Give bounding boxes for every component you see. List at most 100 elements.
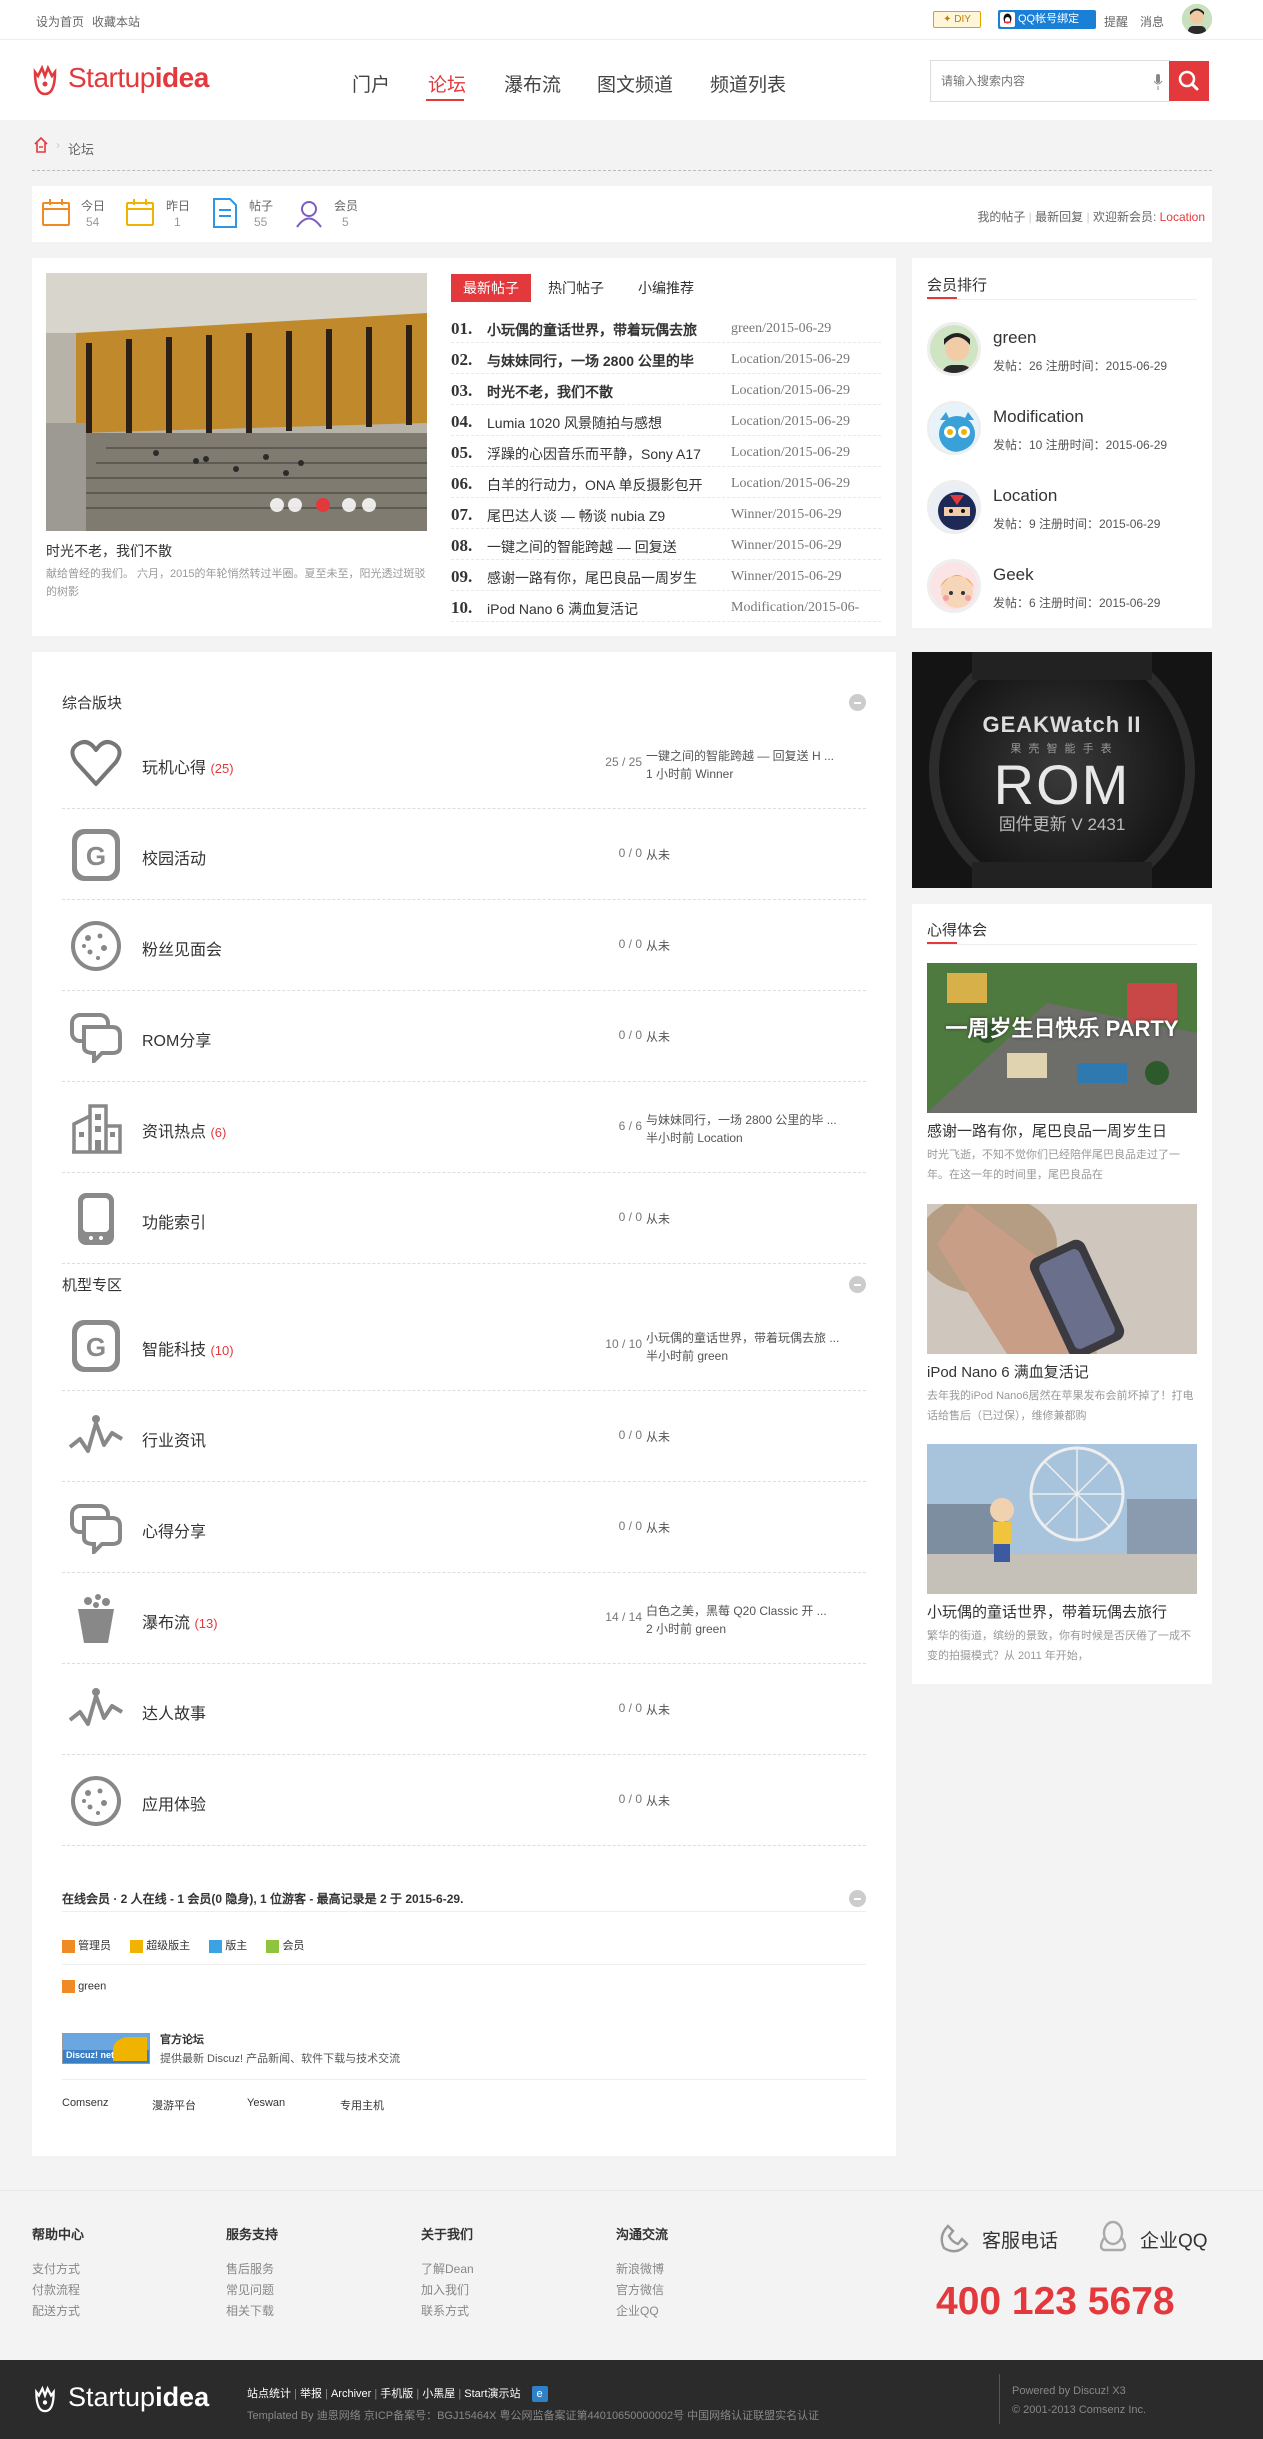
collapse-icon[interactable] [849,1276,866,1293]
last-post-title[interactable]: 一键之间的智能跨越 — 回复送 H ... [646,747,856,765]
friend-link-2[interactable]: 漫游平台 [152,2097,196,2113]
footer-link[interactable]: 常见问题 [226,2280,278,2301]
bottom-link-report[interactable]: 举报 [300,2388,322,2400]
forum-name[interactable]: ROM分享 [142,1033,211,1050]
footer-link[interactable]: 了解Dean [421,2259,474,2280]
post-title[interactable]: Lumia 1020 风景随拍与感想 [487,413,727,433]
user-avatar[interactable] [1182,4,1212,34]
footer-link[interactable]: 加入我们 [421,2280,474,2301]
post-row[interactable]: 03. 时光不老，我们不散 Location/2015-06-29 [451,374,881,405]
forum-name[interactable]: 心得分享 [142,1524,206,1541]
friend-link-3[interactable]: Yeswan [247,2097,285,2109]
remind-link[interactable]: 提醒 [1104,13,1128,30]
post-title[interactable]: 与妹妹同行，一场 2800 公里的毕 [487,351,727,371]
slider-image[interactable] [46,273,427,531]
cookie-icon[interactable] [68,920,124,972]
post-row[interactable]: 06. 白羊的行动力，ONA 单反摄影包开 Location/2015-06-29 [451,467,881,498]
online-collapse-icon[interactable] [849,1890,866,1907]
friend-link-4[interactable]: 专用主机 [340,2097,384,2113]
tab-hot-posts[interactable]: 热门帖子 [548,278,604,298]
post-title[interactable]: 感谢一路有你，尾巴良品一周岁生 [487,568,727,588]
post-row[interactable]: 01. 小玩偶的童话世界，带着玩偶去旅 green/2015-06-29 [451,312,881,343]
my-posts-link[interactable]: 我的帖子 [977,210,1025,224]
bottom-link-mobile[interactable]: 手机版 [380,2388,413,2400]
footer-link[interactable]: 售后服务 [226,2259,278,2280]
last-post-title[interactable]: 从未 [646,846,856,864]
bottom-logo[interactable]: Startupidea [68,2382,209,2413]
cup-icon[interactable] [68,1593,124,1645]
set-home-link[interactable]: 设为首页 [36,13,84,30]
footer-link[interactable]: 联系方式 [421,2301,474,2322]
forum-name[interactable]: 粉丝见面会 [142,942,222,959]
bottom-link-stats[interactable]: 站点统计 [247,2388,291,2400]
forum-name[interactable]: 功能索引 [142,1215,206,1232]
member-avatar[interactable] [927,480,981,534]
member-rank-item[interactable]: Modification 发帖：10 注册时间：2015-06-29 [927,401,1207,471]
nav-waterfall[interactable]: 瀑布流 [504,70,561,97]
member-rank-item[interactable]: Location 发帖：9 注册时间：2015-06-29 [927,480,1207,550]
cookie-icon[interactable] [68,1775,124,1827]
forum-name[interactable]: 达人故事 [142,1706,206,1723]
footer-link[interactable]: 企业QQ [616,2301,668,2322]
footer-link[interactable]: 支付方式 [32,2259,84,2280]
member-name[interactable]: Location [993,486,1057,506]
tab-latest-posts[interactable]: 最新帖子 [451,274,531,302]
slider-caption-title[interactable]: 时光不老，我们不散 [46,541,172,561]
certification-icon[interactable]: e [531,2386,548,2403]
post-row[interactable]: 08. 一键之间的智能跨越 — 回复送 Winner/2015-06-29 [451,529,881,560]
forum-row[interactable]: 心得分享 0 / 0 从未 [62,1482,866,1573]
device-icon[interactable] [68,1193,124,1245]
discuz-logo[interactable]: Discuz! net [62,2033,150,2064]
member-avatar[interactable] [927,401,981,455]
last-post-title[interactable]: 与妹妹同行，一场 2800 公里的毕 ... [646,1111,856,1129]
online-user[interactable]: green [62,1980,106,1993]
last-post-title[interactable]: 从未 [646,1028,856,1046]
enterprise-qq-label[interactable]: 企业QQ [1140,2226,1208,2253]
forum-row[interactable]: ROM分享 0 / 0 从未 [62,991,866,1082]
member-name[interactable]: Modification [993,407,1084,427]
slider-dot-4[interactable] [342,498,356,512]
footer-link[interactable]: 配送方式 [32,2301,84,2322]
footer-link[interactable]: 付款流程 [32,2280,84,2301]
breadcrumb-current[interactable]: 论坛 [68,139,94,158]
post-title[interactable]: 浮躁的心因音乐而平静，Sony A17 [487,444,727,464]
latest-reply-link[interactable]: 最新回复 [1035,210,1083,224]
qq-bind-button[interactable]: QQ帐号绑定 [998,10,1096,29]
forum-name[interactable]: 校园活动 [142,851,206,868]
experience-image-3[interactable] [927,1444,1197,1594]
search-input[interactable] [941,71,1121,91]
forum-name[interactable]: 瀑布流 [142,1615,190,1632]
member-name[interactable]: green [993,328,1036,348]
post-row[interactable]: 09. 感谢一路有你，尾巴良品一周岁生 Winner/2015-06-29 [451,560,881,591]
post-title[interactable]: 小玩偶的童话世界，带着玩偶去旅 [487,320,727,340]
post-row[interactable]: 05. 浮躁的心因音乐而平静，Sony A17 Location/2015-06-2… [451,436,881,467]
experience-title-3[interactable]: 小玩偶的童话世界，带着玩偶去旅行 [927,1601,1167,1622]
member-rank-item[interactable]: Geek 发帖：6 注册时间：2015-06-29 [927,559,1207,629]
footer-link[interactable]: 相关下载 [226,2301,278,2322]
post-title[interactable]: 时光不老，我们不散 [487,382,727,402]
last-post-title[interactable]: 小玩偶的童话世界，带着玩偶去旅 ... [646,1329,856,1347]
site-logo[interactable]: Startupidea [68,62,209,94]
bottom-link-archiver[interactable]: Archiver [331,2388,371,2400]
post-title[interactable]: 一键之间的智能跨越 — 回复送 [487,537,727,557]
footer-link[interactable]: 新浪微博 [616,2259,668,2280]
wave-icon[interactable] [68,1684,124,1736]
footer-link[interactable]: 官方微信 [616,2280,668,2301]
geak-watch-ad[interactable]: GEAKWatch II 果 壳 智 能 手 表 ROM 固件更新 V 2431 [912,652,1212,888]
microphone-icon[interactable] [1153,73,1163,91]
member-avatar[interactable] [927,559,981,613]
chat-bubbles-icon[interactable] [68,1011,124,1066]
nav-channel-list[interactable]: 频道列表 [710,70,786,97]
slider-dot-3[interactable] [316,498,330,512]
forum-row[interactable]: 玩机心得 (25) 25 / 25 一键之间的智能跨越 — 回复送 H ... 1 小… [62,718,866,809]
forum-row[interactable]: 行业资讯 0 / 0 从未 [62,1391,866,1482]
heart-icon[interactable] [68,738,124,790]
last-post-title[interactable]: 从未 [646,1428,856,1446]
forum-row[interactable]: G 校园活动 0 / 0 从未 [62,809,866,900]
forum-name[interactable]: 应用体验 [142,1797,206,1814]
forum-name[interactable]: 资讯热点 [142,1124,206,1141]
experience-title-2[interactable]: iPod Nano 6 满血复活记 [927,1361,1089,1382]
wave-icon[interactable] [68,1411,124,1463]
last-post-title[interactable]: 从未 [646,937,856,955]
nav-photo-channel[interactable]: 图文频道 [597,70,673,97]
